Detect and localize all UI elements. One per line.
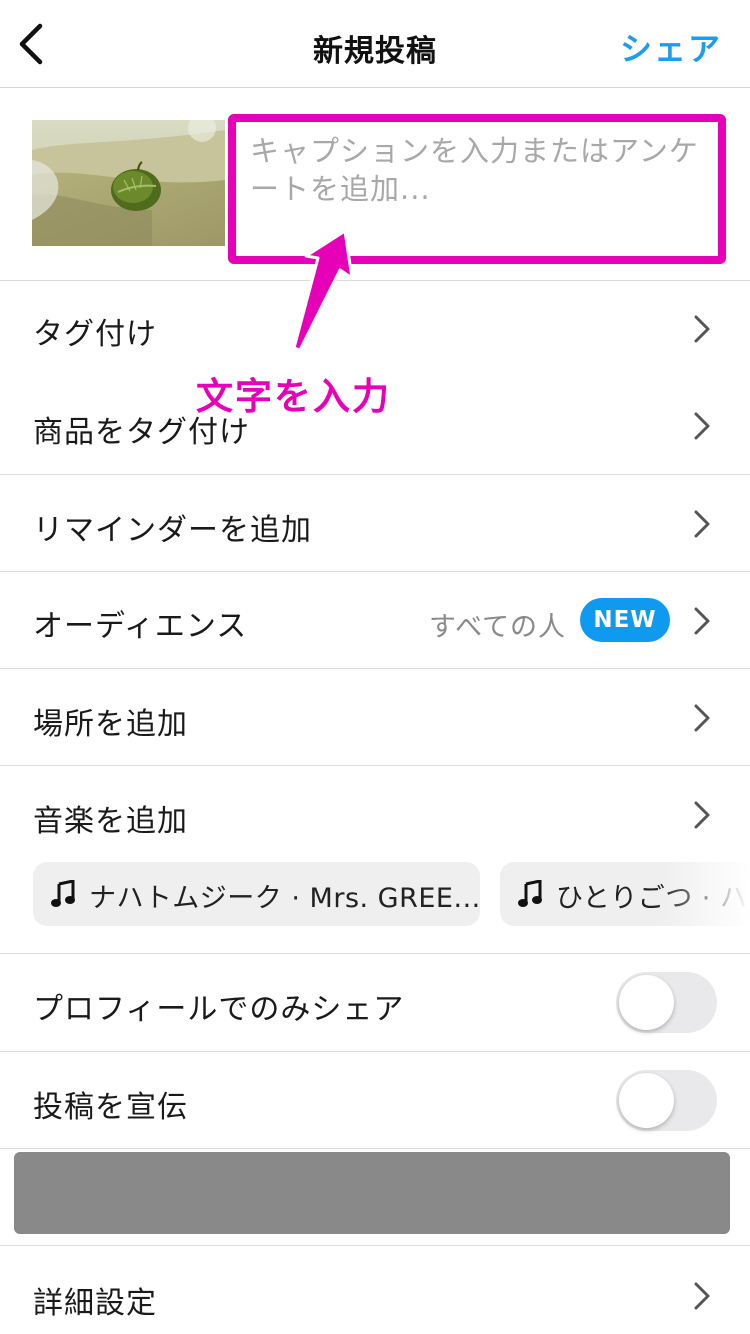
- annotation-label: 文字を入力: [196, 375, 391, 418]
- music-suggestion-chip[interactable]: ひとりごつ · ハ: [500, 862, 750, 926]
- music-suggestion-chip[interactable]: ナハトムジーク · Mrs. GREE...: [33, 862, 480, 926]
- add-reminder-label: リマインダーを追加: [33, 513, 312, 548]
- chevron-right-icon: [694, 315, 710, 343]
- new-badge: NEW: [580, 598, 670, 642]
- caption-input[interactable]: キャプションを入力またはアンケートを追加...: [250, 132, 710, 252]
- promote-post-label: 投稿を宣伝: [33, 1090, 188, 1125]
- share-button[interactable]: シェア: [620, 24, 722, 70]
- audience-row[interactable]: オーディエンス すべての人 NEW: [0, 572, 750, 669]
- chevron-right-icon: [694, 607, 710, 635]
- chevron-right-icon: [694, 510, 710, 538]
- music-note-icon: [518, 880, 542, 907]
- tag-people-label: タグ付け: [33, 317, 157, 352]
- post-thumbnail[interactable]: [32, 120, 225, 246]
- audience-label: オーディエンス: [33, 609, 248, 644]
- leaf-on-beach-image: [32, 120, 225, 246]
- share-profile-only-label: プロフィールでのみシェア: [33, 992, 405, 1027]
- add-location-row[interactable]: 場所を追加: [0, 669, 750, 766]
- nav-header: 新規投稿 シェア: [0, 0, 750, 88]
- music-suggestion-text: ナハトムジーク · Mrs. GREE...: [89, 883, 480, 914]
- share-profile-only-row: プロフィールでのみシェア: [0, 954, 750, 1052]
- chevron-right-icon: [694, 704, 710, 732]
- fade-overlay: [660, 862, 750, 926]
- caption-highlight-box: キャプションを入力またはアンケートを追加...: [228, 114, 726, 264]
- advanced-settings-label: 詳細設定: [33, 1286, 157, 1321]
- tag-people-row[interactable]: タグ付け: [0, 281, 750, 377]
- promote-post-row: 投稿を宣伝: [0, 1052, 750, 1149]
- redacted-block: [14, 1152, 730, 1234]
- toggle-knob: [619, 1073, 674, 1128]
- chevron-right-icon: [694, 412, 710, 440]
- share-profile-only-toggle[interactable]: [616, 972, 717, 1033]
- music-note-icon: [51, 880, 75, 907]
- add-reminder-row[interactable]: リマインダーを追加: [0, 475, 750, 572]
- advanced-settings-row[interactable]: 詳細設定: [0, 1245, 750, 1334]
- audience-value: すべての人: [428, 612, 566, 643]
- chevron-right-icon: [694, 1282, 710, 1310]
- chevron-right-icon[interactable]: [692, 800, 712, 830]
- caption-row: キャプションを入力またはアンケートを追加...: [0, 88, 750, 281]
- add-music-label[interactable]: 音楽を追加: [33, 796, 188, 840]
- add-location-label: 場所を追加: [33, 707, 188, 742]
- toggle-knob: [619, 975, 674, 1030]
- promote-post-toggle[interactable]: [616, 1070, 717, 1131]
